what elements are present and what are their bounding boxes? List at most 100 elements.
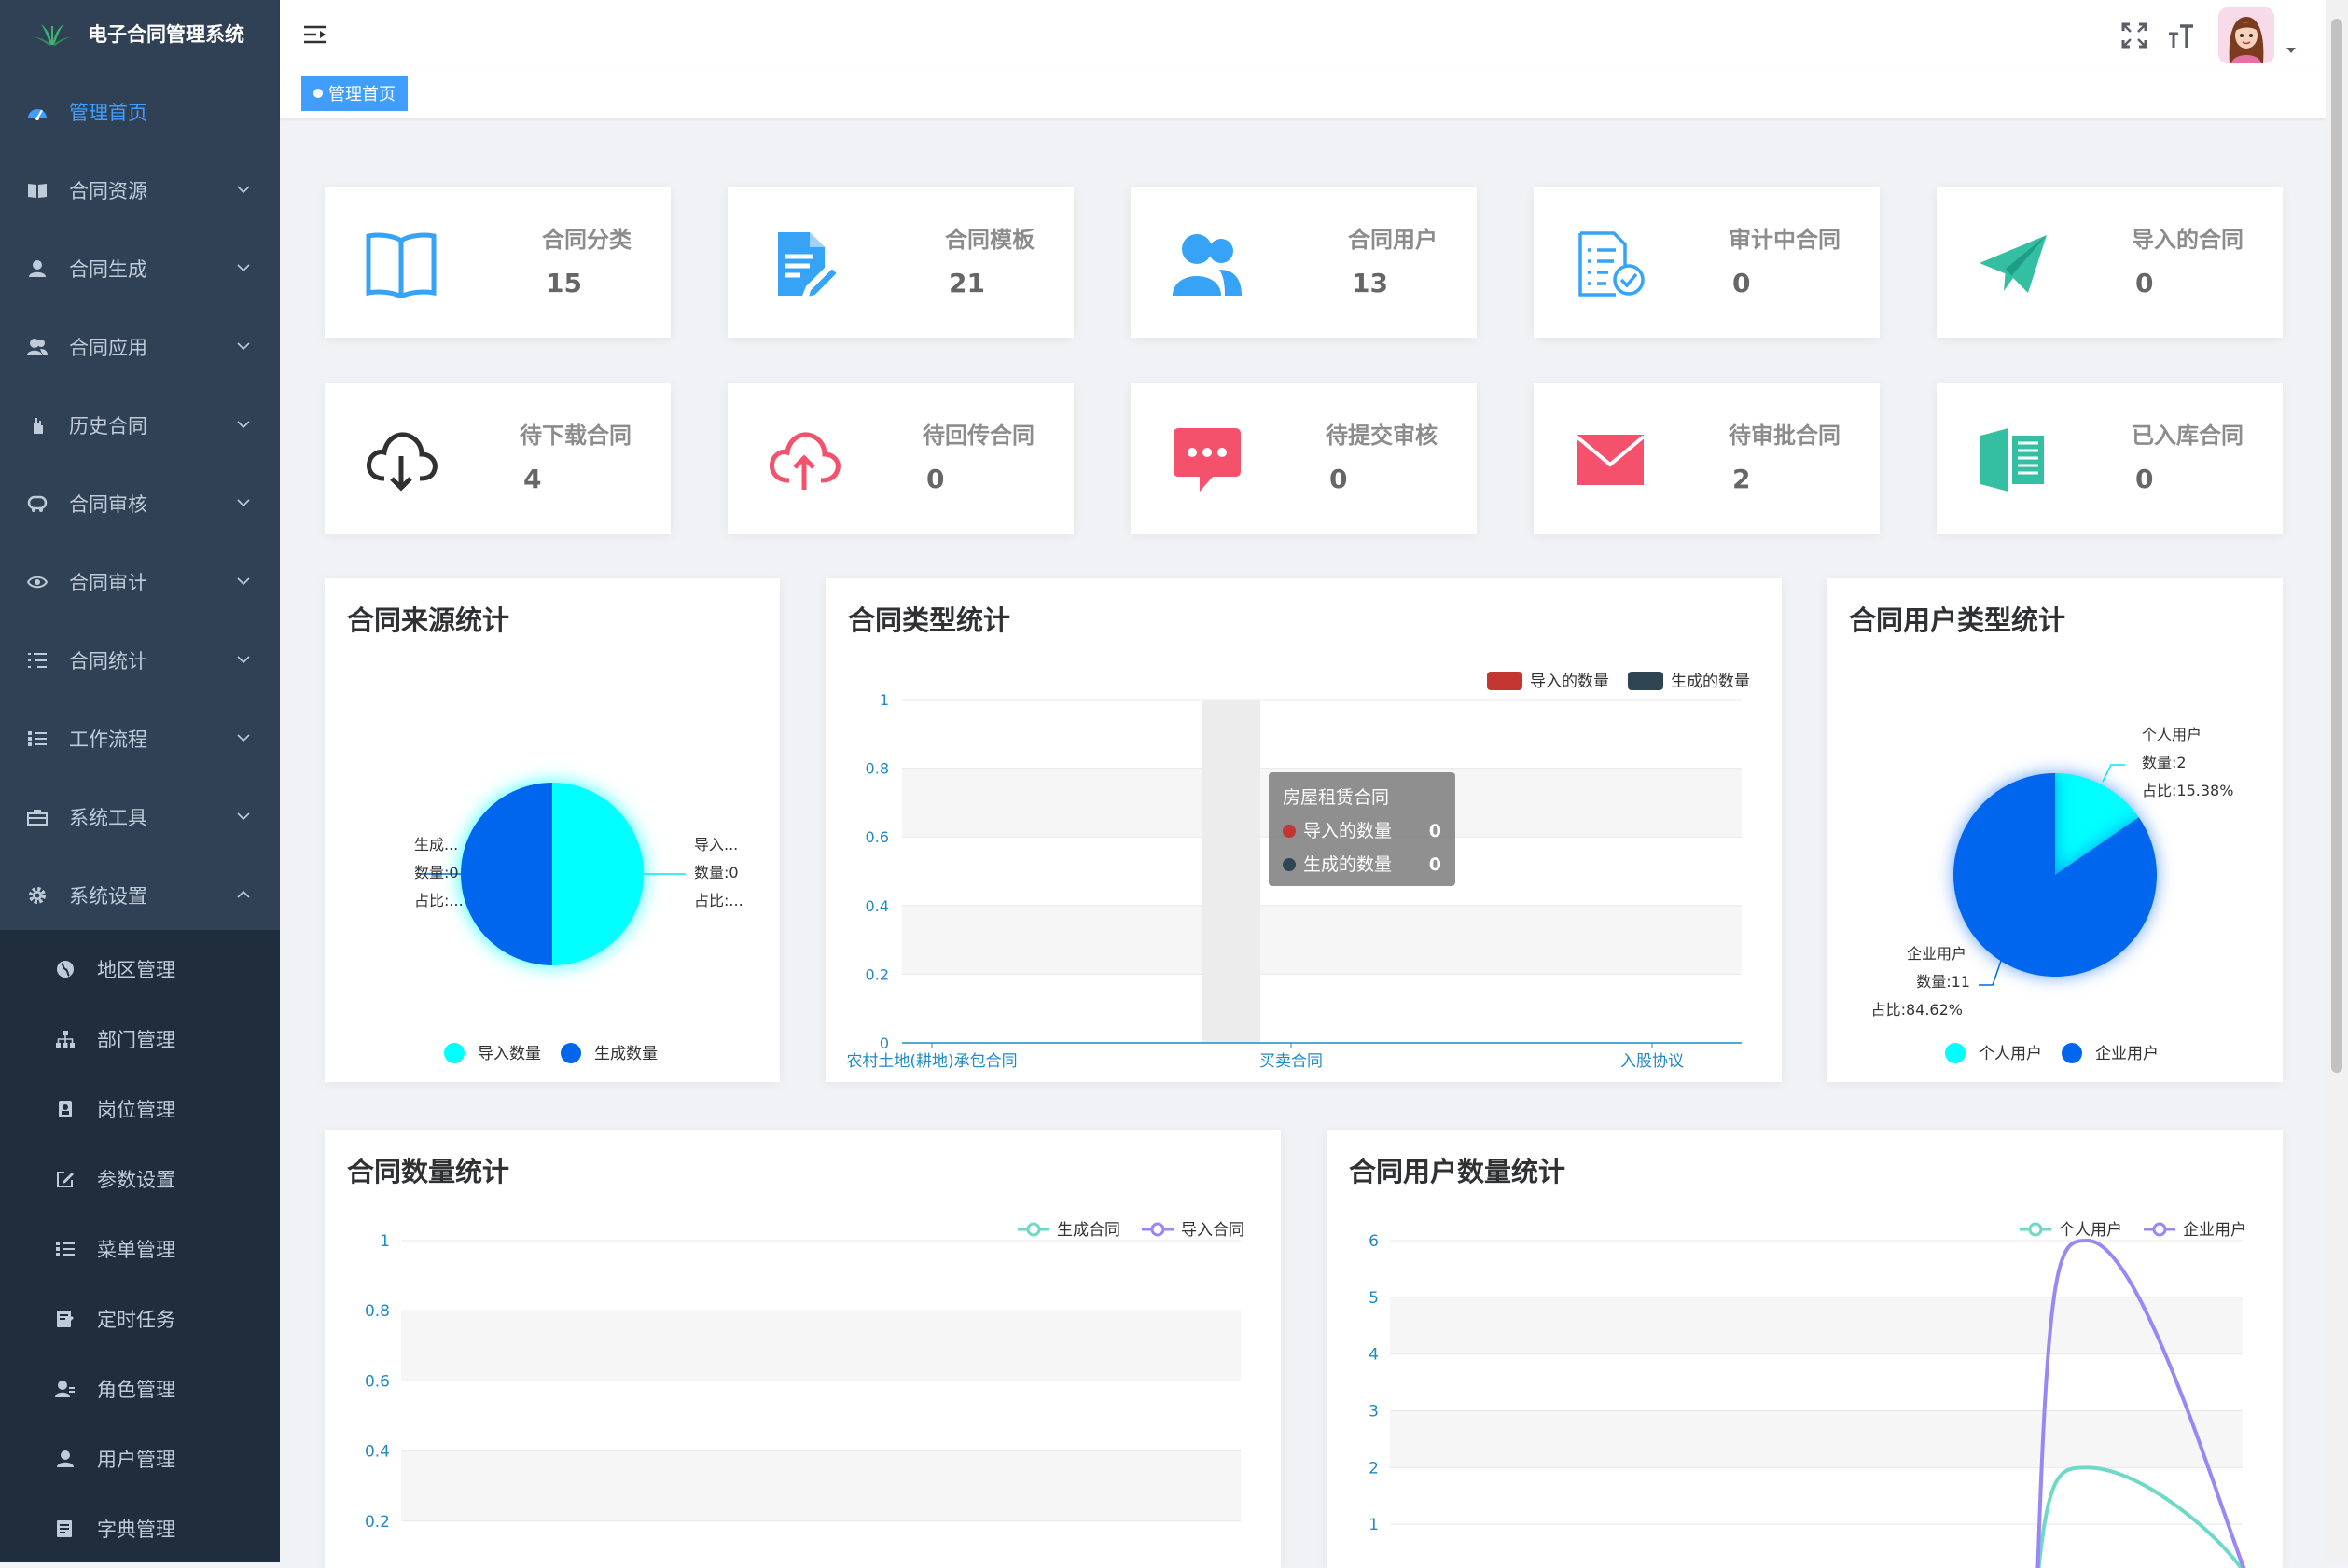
legend-marker-1 — [2152, 1222, 2167, 1237]
sidebar-item-contract-generate[interactable]: 合同生成 — [0, 229, 280, 308]
submenu-item-label: 参数设置 — [97, 1168, 175, 1191]
tooltip-value-1: 0 — [1429, 854, 1441, 875]
stat-value: 0 — [2135, 464, 2154, 494]
avatar[interactable] — [2218, 7, 2274, 63]
stat-label: 合同用户 — [1348, 227, 1438, 253]
ytick-label-2: 0.4 — [866, 897, 889, 915]
legend-label-1: 生成数量 — [594, 1045, 658, 1063]
submenu-item-label: 岗位管理 — [97, 1098, 175, 1121]
task-icon — [54, 1308, 76, 1330]
tags-view: 管理首页 — [280, 71, 2326, 118]
ytick-label-1: 2 — [1369, 1459, 1379, 1478]
stat-value: 15 — [546, 268, 582, 298]
font-size-icon[interactable] — [2167, 22, 2195, 49]
sidebar-item-label: 历史合同 — [69, 415, 147, 437]
pie-label-1-0: 企业用户 — [1907, 945, 1966, 963]
stat-label: 已入库合同 — [2132, 423, 2244, 449]
stat-card-archived[interactable]: 已入库合同 0 — [1937, 383, 2283, 534]
sidebar-item-workflow[interactable]: 工作流程 — [0, 700, 280, 778]
pie-label-0-0: 个人用户 — [2142, 726, 2202, 743]
xtick-label-2: 入股协议 — [1620, 1052, 1684, 1071]
sidebar-item-dashboard[interactable]: 管理首页 — [0, 73, 280, 151]
submenu-item-department[interactable]: 部门管理 — [0, 1004, 280, 1074]
tag-dashboard[interactable]: 管理首页 — [301, 76, 408, 111]
leaf-logo-icon — [35, 24, 70, 46]
ytick-label-4: 0.8 — [866, 760, 889, 778]
edit-icon — [54, 1168, 76, 1190]
legend-marker-1 — [2062, 1043, 2082, 1063]
submenu-item-menu[interactable]: 菜单管理 — [0, 1214, 280, 1284]
submenu-item-label: 字典管理 — [97, 1518, 175, 1541]
sidebar-item-settings[interactable]: 系统设置 — [0, 856, 280, 935]
legend-label-0: 导入的数量 — [1530, 673, 1609, 691]
submenu-item-region[interactable]: 地区管理 — [0, 934, 280, 1004]
sidebar-item-label: 合同应用 — [69, 337, 147, 359]
submenu-item-params[interactable]: 参数设置 — [0, 1144, 280, 1214]
submenu-item-user[interactable]: 用户管理 — [0, 1423, 280, 1493]
sidebar-item-label: 合同统计 — [69, 650, 147, 673]
scrollbar-thumb[interactable] — [2331, 19, 2342, 1073]
sidebar-item-audit[interactable]: 合同审计 — [0, 543, 280, 621]
stat-card-imported[interactable]: 导入的合同 0 — [1937, 187, 2283, 338]
review-icon — [26, 493, 49, 515]
stat-label: 待审批合同 — [1729, 423, 1841, 449]
legend-marker-1 — [1150, 1222, 1165, 1237]
stat-value: 13 — [1352, 268, 1388, 298]
globe-icon — [54, 958, 76, 980]
grid-band-3 — [1390, 1297, 2243, 1354]
workflow-icon — [26, 728, 49, 750]
pie-label-right-2: 占比:... — [694, 892, 743, 909]
sidebar-item-label: 管理首页 — [69, 102, 147, 124]
chat-bubble-icon — [1170, 423, 1244, 497]
page-scrollbar[interactable] — [2326, 0, 2348, 1562]
stat-card-to-download[interactable]: 待下载合同 4 — [325, 383, 671, 534]
dict-icon — [54, 1518, 76, 1540]
legend-marker-0 — [1487, 672, 1522, 690]
hamburger-icon[interactable] — [303, 24, 327, 45]
sidebar-item-contract-apply[interactable]: 合同应用 — [0, 308, 280, 386]
submenu-item-job[interactable]: 定时任务 — [0, 1284, 280, 1353]
stat-value: 0 — [2135, 268, 2154, 298]
sidebar-item-label: 合同审核 — [69, 493, 147, 516]
stat-card-template[interactable]: 合同模板 21 — [728, 187, 1074, 338]
chevron-down-icon — [237, 577, 250, 586]
sidebar-item-statistics[interactable]: 合同统计 — [0, 621, 280, 700]
fullscreen-icon[interactable] — [2121, 22, 2147, 49]
app-title: 电子合同管理系统 — [88, 23, 244, 46]
submenu-item-label: 角色管理 — [97, 1378, 175, 1401]
envelope-icon — [1573, 423, 1647, 497]
chevron-down-icon — [237, 734, 250, 742]
stat-value: 2 — [1732, 464, 1751, 494]
sidebar-item-review[interactable]: 合同审核 — [0, 465, 280, 543]
caret-down-icon[interactable] — [2285, 47, 2297, 54]
ytick-label-2: 3 — [1369, 1403, 1379, 1422]
sidebar-item-history[interactable]: 历史合同 — [0, 386, 280, 465]
stat-label: 待回传合同 — [923, 423, 1035, 449]
stat-label: 审计中合同 — [1729, 227, 1841, 253]
chevron-down-icon — [237, 421, 250, 429]
stat-card-auditing[interactable]: 审计中合同 0 — [1534, 187, 1880, 338]
book-open-icon — [364, 227, 438, 301]
pie-label-left-0: 生成... — [414, 836, 458, 853]
sidebar-item-contract-resource[interactable]: 合同资源 — [0, 151, 280, 229]
ytick-label-2: 0.6 — [365, 1372, 390, 1391]
stat-card-users[interactable]: 合同用户 13 — [1131, 187, 1477, 338]
stat-card-to-submit[interactable]: 待提交审核 0 — [1131, 383, 1477, 534]
logo[interactable]: 电子合同管理系统 — [0, 0, 280, 67]
stat-card-to-upload[interactable]: 待回传合同 0 — [728, 383, 1074, 534]
pie-leader-0 — [2102, 764, 2125, 783]
ytick-label-3: 0.6 — [866, 828, 889, 846]
stat-card-to-approve[interactable]: 待审批合同 2 — [1534, 383, 1880, 534]
sidebar-item-tools[interactable]: 系统工具 — [0, 778, 280, 856]
stat-label: 合同模板 — [945, 227, 1035, 253]
ytick-label-0: 0 — [880, 1034, 889, 1052]
submenu-item-label: 菜单管理 — [97, 1238, 175, 1261]
ytick-label-3: 0.8 — [365, 1302, 390, 1321]
tooltip-value-0: 0 — [1429, 821, 1441, 841]
submenu-item-role[interactable]: 角色管理 — [0, 1353, 280, 1423]
pie-label-right-1: 数量:0 — [694, 864, 739, 881]
ytick-label-4: 5 — [1369, 1289, 1379, 1308]
submenu-item-post[interactable]: 岗位管理 — [0, 1074, 280, 1144]
submenu-item-dict[interactable]: 字典管理 — [0, 1493, 280, 1563]
stat-card-category[interactable]: 合同分类 15 — [325, 187, 671, 338]
